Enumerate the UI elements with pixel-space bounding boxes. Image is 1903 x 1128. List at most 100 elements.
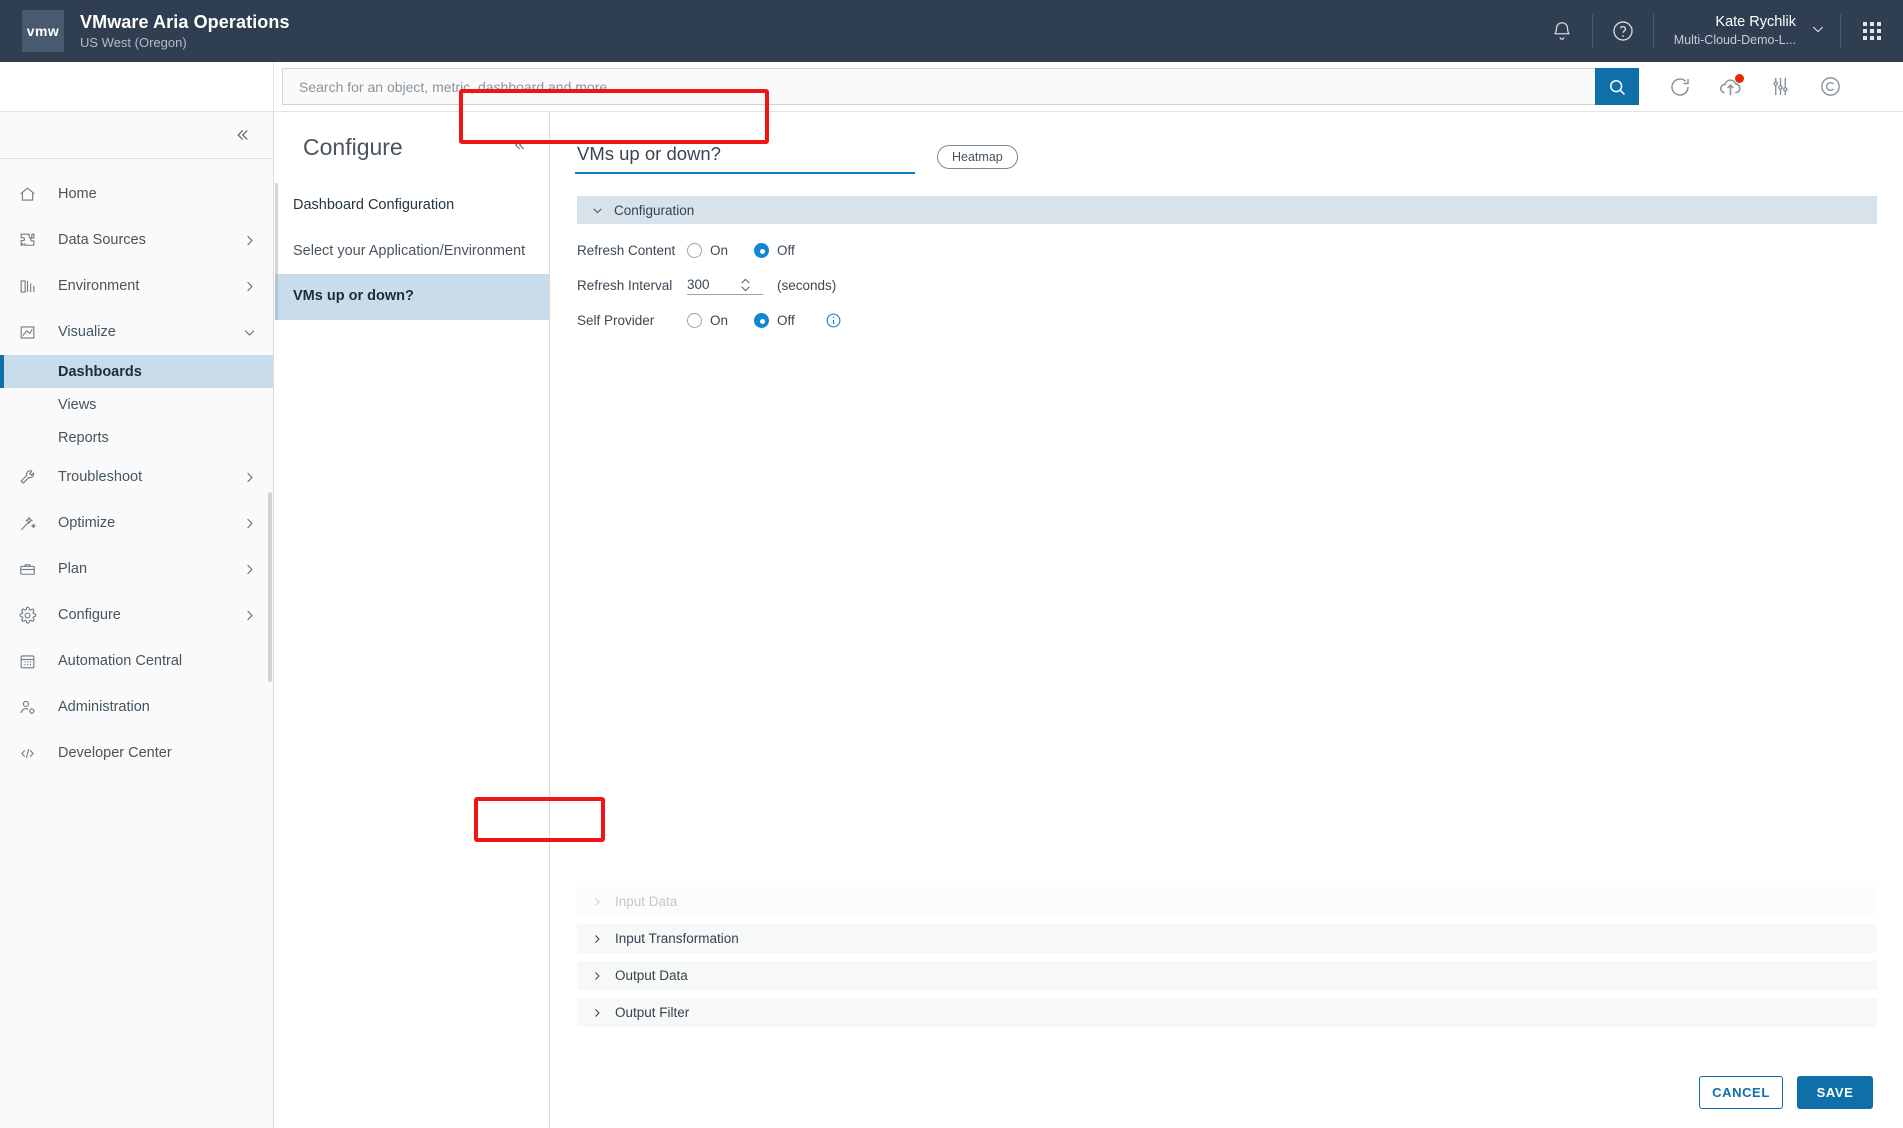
info-circle-icon[interactable] [825,312,842,329]
chevron-right-icon [591,1007,603,1019]
search-left-spacer [0,62,274,112]
config-step-label: VMs up or down? [293,288,414,304]
accordion-label: Output Filter [615,1005,689,1020]
sidebar-item-label: Visualize [58,324,116,340]
sidebar-scrollbar-thumb[interactable] [268,492,272,682]
sidebar-item-label: Administration [58,699,150,715]
sidebar-item-visualize[interactable]: Visualize [0,309,273,355]
copyright-icon[interactable] [1805,62,1855,112]
chevron-right-icon [591,896,603,908]
vmware-logo: vmw [22,10,64,52]
refresh-content-off-radio[interactable] [754,243,769,258]
widget-title-field-wrapper [575,140,915,174]
briefcase-icon [18,560,44,579]
accordion-output-filter[interactable]: Output Filter [577,998,1877,1027]
user-name: Kate Rychlik [1674,13,1796,31]
configure-step-list: Dashboard Configuration Select your Appl… [275,183,549,320]
sidebar-item-home[interactable]: Home [0,171,273,217]
region-label: US West (Oregon) [80,35,290,51]
sidebar-collapse-button[interactable] [0,112,273,159]
search-input[interactable] [282,68,1595,105]
page-title: Configure [303,134,403,161]
home-icon [18,185,44,204]
visualize-icon [18,323,44,342]
app-grid-icon[interactable] [1841,0,1903,62]
toolbar-icons [1655,62,1855,112]
config-step-select-application-environment[interactable]: Select your Application/Environment [275,229,549,275]
code-brackets-icon [18,744,44,763]
top-bar-right-cluster: Kate Rychlik Multi-Cloud-Demo-L... [1532,0,1903,62]
sidebar-item-troubleshoot[interactable]: Troubleshoot [0,454,273,500]
accordion-input-data: Input Data [577,887,1877,916]
refresh-content-off-label: Off [777,243,795,258]
chevron-down-icon [591,204,604,217]
self-provider-on-radio[interactable] [687,313,702,328]
sidebar-item-reports[interactable]: Reports [0,421,273,454]
refresh-icon[interactable] [1655,62,1705,112]
sidebar-item-label: Plan [58,561,87,577]
primary-sidebar: Home Data Sources Environment [0,112,274,1128]
refresh-content-on-radio[interactable] [687,243,702,258]
accordion-label: Input Transformation [615,931,739,946]
help-question-icon[interactable] [1593,0,1653,62]
cloud-upload-icon[interactable] [1705,62,1755,112]
sidebar-item-administration[interactable]: Administration [0,684,273,730]
sidebar-item-plan[interactable]: Plan [0,546,273,592]
self-provider-radio-group: On Off [687,312,842,329]
main-content-area: Heatmap Configuration Refresh Content On… [551,112,1903,1128]
sidebar-item-configure[interactable]: Configure [0,592,273,638]
config-step-vms-up-or-down[interactable]: VMs up or down? [275,274,549,320]
cancel-button[interactable]: CANCEL [1699,1076,1783,1109]
up-down-stepper-icon[interactable] [739,277,752,293]
self-provider-off-radio[interactable] [754,313,769,328]
configure-panel-collapse-button[interactable] [511,137,527,158]
accordion-group: Input Data Input Transformation Output D… [551,887,1903,1035]
self-provider-on-label: On [710,313,728,328]
self-provider-label: Self Provider [577,313,687,328]
user-gear-icon [18,698,44,717]
config-step-dashboard-configuration[interactable]: Dashboard Configuration [275,183,549,229]
calendar-icon [18,652,44,671]
refresh-interval-input[interactable] [687,277,739,292]
configure-panel-header: Configure [275,112,549,161]
accordion-input-transformation[interactable]: Input Transformation [577,924,1877,953]
sidebar-item-developer-center[interactable]: Developer Center [0,730,273,776]
accordion-output-data[interactable]: Output Data [577,961,1877,990]
refresh-content-row: Refresh Content On Off [577,238,1903,263]
chevron-right-icon [242,608,257,623]
widget-title-input[interactable] [575,140,915,174]
refresh-content-label: Refresh Content [577,243,687,258]
sidebar-item-data-sources[interactable]: Data Sources [0,217,273,263]
sidebar-item-optimize[interactable]: Optimize [0,500,273,546]
configuration-section-header[interactable]: Configuration [577,196,1877,224]
sidebar-item-views[interactable]: Views [0,388,273,421]
sidebar-item-automation-central[interactable]: Automation Central [0,638,273,684]
search-submit-button[interactable] [1595,68,1639,105]
notifications-bell-icon[interactable] [1532,0,1592,62]
chevron-down-icon [242,325,257,340]
sidebar-item-label: Developer Center [58,745,172,761]
refresh-interval-stepper[interactable] [687,277,763,295]
sliders-settings-icon[interactable] [1755,62,1805,112]
update-badge-dot [1735,74,1744,83]
config-step-label: Dashboard Configuration [293,197,454,213]
save-button[interactable]: SAVE [1797,1076,1873,1109]
wrench-icon [18,468,44,487]
refresh-content-on-label: On [710,243,728,258]
chevron-right-icon [242,470,257,485]
sidebar-item-dashboards[interactable]: Dashboards [0,355,273,388]
config-step-label: Select your Application/Environment [293,243,525,259]
top-app-bar: vmw VMware Aria Operations US West (Oreg… [0,0,1903,62]
chevron-right-icon [591,970,603,982]
sidebar-item-label: Home [58,186,97,202]
chevron-right-icon [242,279,257,294]
user-org: Multi-Cloud-Demo-L... [1674,33,1796,49]
widget-type-badge: Heatmap [937,145,1018,169]
puzzle-piece-icon [18,231,44,250]
widget-title-row: Heatmap [551,112,1903,174]
chevron-right-icon [242,233,257,248]
global-search-bar [0,62,1903,112]
sidebar-item-environment[interactable]: Environment [0,263,273,309]
user-menu[interactable]: Kate Rychlik Multi-Cloud-Demo-L... [1654,0,1840,62]
refresh-content-radio-group: On Off [687,243,821,258]
